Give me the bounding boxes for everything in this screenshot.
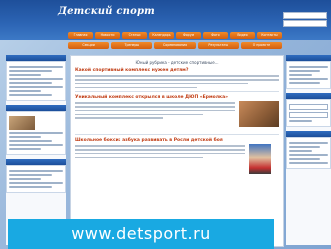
nav-tab[interactable]: Календарь: [149, 32, 174, 39]
site-logo[interactable]: Детский спорт: [58, 6, 155, 17]
divider: [75, 134, 279, 136]
article-image[interactable]: [249, 144, 271, 175]
nav-tab[interactable]: Главная: [68, 32, 93, 39]
sidebar-box: [6, 165, 66, 193]
nav-tab[interactable]: Статьи: [122, 32, 147, 39]
article-item: Уникальный комплекс открылся в школе ДЮП…: [75, 95, 279, 131]
divider: [75, 91, 279, 93]
nav-tab[interactable]: Результаты: [197, 42, 239, 49]
nav-tab[interactable]: О проекте: [240, 42, 283, 49]
article-item: Школьное бокси: азбука развивать в Росли…: [75, 138, 279, 175]
article-title[interactable]: Школьное бокси: азбука развивать в Росли…: [75, 138, 245, 143]
site-url-caption: www.detsport.ru: [8, 219, 274, 249]
article-item: Какой спортивный комплекс нужен детям?: [75, 68, 279, 89]
sidebar-box: [286, 137, 331, 169]
nav-tab[interactable]: Соревнования: [154, 42, 196, 49]
main-nav-row-1: Главная Новости Статьи Календарь Форум Ф…: [68, 32, 282, 40]
login-box: [286, 99, 331, 127]
nav-tab[interactable]: Новости: [95, 32, 120, 39]
nav-tab[interactable]: Видео: [230, 32, 255, 39]
sidebar-box: [6, 61, 66, 101]
section-title: Юный рубрика - детские спортивные...: [135, 60, 219, 65]
sidebar-box: [286, 61, 331, 89]
login-input[interactable]: [289, 104, 328, 110]
nav-tab[interactable]: Тренеры: [111, 42, 153, 49]
nav-tab[interactable]: Контакты: [257, 32, 282, 39]
logo-title: Детский спорт: [58, 6, 155, 17]
left-sidebar: [6, 55, 66, 245]
sidebar-photo[interactable]: [9, 116, 35, 130]
article-image[interactable]: [239, 101, 279, 128]
header-search-input[interactable]: [283, 12, 327, 19]
nav-tab[interactable]: Секции: [68, 42, 110, 49]
header-login-input[interactable]: [283, 20, 327, 27]
header-info: [150, 12, 151, 17]
password-input[interactable]: [289, 112, 328, 118]
right-sidebar: [286, 55, 331, 245]
nav-tab[interactable]: Фото: [203, 32, 228, 39]
sidebar-box: [6, 111, 66, 155]
article-title[interactable]: Уникальный комплекс открылся в школе ДЮП…: [75, 95, 235, 100]
article-title[interactable]: Какой спортивный комплекс нужен детям?: [75, 68, 279, 73]
nav-tab[interactable]: Форум: [176, 32, 201, 39]
main-nav-row-2: Секции Тренеры Соревнования Результаты О…: [68, 42, 283, 50]
